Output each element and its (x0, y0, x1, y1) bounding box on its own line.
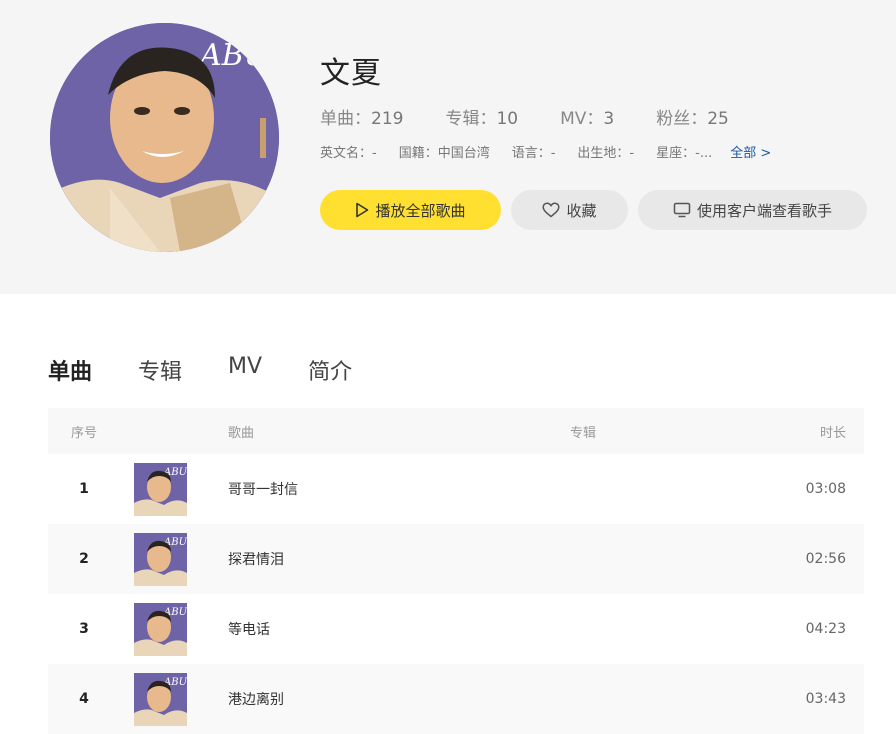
song-cover[interactable]: ABU (134, 602, 187, 656)
song-title[interactable]: 哥哥一封信 (228, 479, 570, 499)
song-duration: 03:43 (805, 691, 846, 707)
artist-header: ABU 文夏 单曲：219 专辑：10 MV：3 粉丝：25 英文名：- 国籍：… (0, 0, 896, 294)
row-index: 1 (79, 481, 89, 497)
stat-mv: MV：3 (560, 109, 615, 129)
meta-language: 语言：- (511, 146, 556, 161)
table-header: 序号 歌曲 专辑 时长 (48, 408, 864, 454)
row-index: 3 (79, 621, 89, 637)
stat-fans: 粉丝：25 (656, 109, 729, 129)
song-duration: 04:23 (805, 621, 846, 637)
svg-text:ABU: ABU (197, 38, 271, 73)
heart-icon (542, 202, 561, 218)
table-row[interactable]: 4 ABU 港边离别 03:43 (48, 664, 864, 734)
row-index: 2 (79, 551, 89, 567)
meta-constellation: 星座：-... (656, 146, 713, 161)
meta-english-name: 英文名：- (320, 146, 377, 161)
header-song: 歌曲 (228, 425, 255, 441)
song-title[interactable]: 探君情泪 (228, 549, 570, 569)
content-tabs: 单曲 专辑 MV 简介 (48, 354, 398, 386)
header-album: 专辑 (570, 425, 597, 441)
header-index: 序号 (70, 425, 97, 441)
open-client-button[interactable]: 使用客户端查看歌手 (638, 190, 867, 230)
monitor-icon (673, 202, 691, 218)
stat-songs: 单曲：219 (320, 109, 404, 129)
table-row[interactable]: 3 ABU 等电话 04:23 (48, 594, 864, 664)
artist-name: 文夏 (320, 56, 382, 91)
song-duration: 03:08 (805, 481, 846, 497)
row-index: 4 (79, 691, 89, 707)
song-title[interactable]: 港边离别 (228, 689, 570, 709)
artist-meta: 英文名：- 国籍：中国台湾 语言：- 出生地：- 星座：-... 全部 > (320, 142, 793, 161)
tab-bio[interactable]: 简介 (308, 354, 352, 386)
header-duration: 时长 (819, 425, 846, 441)
song-cover[interactable]: ABU (134, 462, 187, 516)
meta-birthplace: 出生地：- (577, 146, 635, 161)
song-title[interactable]: 等电话 (228, 619, 570, 639)
song-duration: 02:56 (805, 551, 846, 567)
play-icon (356, 202, 369, 218)
tab-mv[interactable]: MV (228, 354, 262, 386)
table-row[interactable]: 2 ABU 探君情泪 02:56 (48, 524, 864, 594)
favorite-button[interactable]: 收藏 (511, 190, 628, 230)
meta-more-link[interactable]: 全部 > (730, 142, 771, 161)
song-cover[interactable]: ABU (134, 532, 187, 586)
tab-albums[interactable]: 专辑 (138, 354, 182, 386)
song-cover[interactable]: ABU (134, 672, 187, 726)
song-table: 序号 歌曲 专辑 时长 1 ABU 哥哥一封信 03:08 2 ABU 探君情泪… (48, 408, 864, 734)
table-row[interactable]: 1 ABU 哥哥一封信 03:08 (48, 454, 864, 524)
play-all-button[interactable]: 播放全部歌曲 (320, 190, 501, 230)
stat-albums: 专辑：10 (445, 109, 519, 129)
artist-stats: 单曲：219 专辑：10 MV：3 粉丝：25 (320, 104, 771, 129)
artist-avatar: ABU (50, 23, 279, 252)
tab-songs[interactable]: 单曲 (48, 354, 93, 386)
meta-nationality: 国籍：中国台湾 (398, 146, 490, 161)
